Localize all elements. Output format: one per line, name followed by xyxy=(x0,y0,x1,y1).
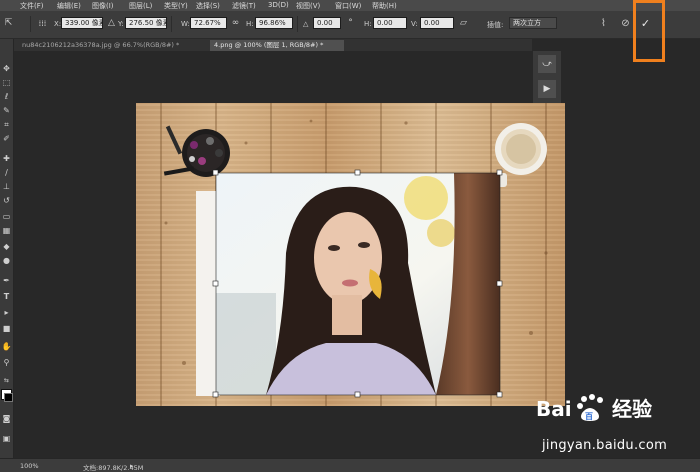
collapsed-panels: ⤻ ▶ xyxy=(533,51,561,103)
cancel-transform-icon[interactable]: ⊘ xyxy=(620,18,631,29)
skew-icon: ▱ xyxy=(460,18,467,28)
screen-mode-icon[interactable]: ▣ xyxy=(1,433,12,444)
zoom-level[interactable]: 100% xyxy=(20,462,39,470)
menu-edit[interactable]: 编辑(E) xyxy=(57,1,81,11)
menu-image[interactable]: 图像(I) xyxy=(92,1,114,11)
divider xyxy=(297,16,298,32)
history-brush-icon[interactable]: ↺ xyxy=(1,195,12,206)
angle-field[interactable]: 0.00 xyxy=(313,17,341,29)
v-skew-field[interactable]: 0.00 xyxy=(420,17,454,29)
document-canvas[interactable] xyxy=(136,103,565,406)
watermark-logo: Bai 百 经验 xyxy=(536,389,666,425)
hand-icon[interactable]: ✋ xyxy=(1,341,12,352)
transform-tool-icon[interactable]: ⇱ xyxy=(3,18,14,29)
gradient-icon[interactable]: ▦ xyxy=(1,225,12,236)
eraser-icon[interactable]: ▭ xyxy=(1,211,12,222)
watermark-url: jingyan.baidu.com xyxy=(542,438,668,453)
blur-icon[interactable]: ◆ xyxy=(1,241,12,252)
menu-help[interactable]: 帮助(H) xyxy=(372,1,397,11)
path-select-icon[interactable]: ▸ xyxy=(1,307,12,318)
move-icon[interactable]: ✥ xyxy=(1,63,12,74)
marquee-icon[interactable]: ⬚ xyxy=(1,77,12,88)
eyedropper-icon[interactable]: ✐ xyxy=(1,133,12,144)
h-label: H: xyxy=(246,20,254,28)
status-bar: 100% 文档:897.8K/2.45M ▸ xyxy=(0,458,700,472)
options-bar: ⇱ ⁞⁞⁞ X: 339.00 像素 △ Y: 276.50 像素 W: 72.… xyxy=(0,11,700,39)
canvas-artwork xyxy=(163,119,548,398)
menu-bar: 文件(F) 编辑(E) 图像(I) 图层(L) 类型(Y) 选择(S) 滤镜(T… xyxy=(0,0,700,11)
type-icon[interactable]: T xyxy=(1,291,12,302)
angle-icon: △ xyxy=(303,20,309,28)
y-field[interactable]: 276.50 像素 xyxy=(125,17,167,29)
pen-holder xyxy=(163,125,230,177)
height-field[interactable]: 96.86% xyxy=(255,17,293,29)
swap-colors-icon[interactable]: ⇆ xyxy=(1,375,12,386)
highlight-box xyxy=(633,0,665,62)
quick-mask-icon[interactable]: ◙ xyxy=(1,413,12,424)
history-panel-icon[interactable]: ⤻ xyxy=(538,55,556,73)
tools-panel: ✥ ⬚ ℓ ✎ ⌗ ✐ ✚ ∕ ⊥ ↺ ▭ ▦ ◆ ● ✒ T ▸ ■ ✋ ⚲ … xyxy=(0,39,14,458)
menu-layer[interactable]: 图层(L) xyxy=(129,1,152,11)
menu-view[interactable]: 视图(V) xyxy=(296,1,320,11)
menu-select[interactable]: 选择(S) xyxy=(196,1,220,11)
watermark-bai: Bai xyxy=(536,397,572,421)
actions-panel-icon[interactable]: ▶ xyxy=(538,80,556,98)
status-arrow-icon[interactable]: ▸ xyxy=(130,462,134,470)
menu-filter[interactable]: 滤镜(T) xyxy=(232,1,256,11)
watermark-brand: 经验 xyxy=(612,397,652,421)
degree-icon: ° xyxy=(348,18,353,28)
vskew-label: V: xyxy=(411,20,418,28)
healing-icon[interactable]: ✚ xyxy=(1,153,12,164)
document-tabs: nu84c2106212a36378a.jpg @ 66.7%(RGB/8#) … xyxy=(14,39,532,51)
watermark-du: 百 xyxy=(585,412,593,421)
interpolation-select[interactable]: 两次立方 xyxy=(509,17,557,29)
baidu-paw-icon: Bai 百 经验 xyxy=(536,394,652,421)
reference-point-icon[interactable]: ⁞⁞⁞ xyxy=(37,18,48,29)
shape-icon[interactable]: ■ xyxy=(1,323,12,334)
coffee-cup xyxy=(495,123,547,187)
background-color-swatch[interactable] xyxy=(4,393,13,402)
x-field[interactable]: 339.00 像素 xyxy=(61,17,103,29)
hskew-label: H: xyxy=(364,20,372,28)
interpolation-label: 插值: xyxy=(487,21,504,29)
menu-window[interactable]: 窗口(W) xyxy=(335,1,361,11)
lasso-icon[interactable]: ℓ xyxy=(1,91,12,102)
tab-document-1[interactable]: nu84c2106212a36378a.jpg @ 66.7%(RGB/8#) … xyxy=(18,40,214,51)
link-icon[interactable]: ∞ xyxy=(230,18,241,29)
w-label: W: xyxy=(181,20,190,28)
divider xyxy=(171,16,172,32)
menu-type[interactable]: 类型(Y) xyxy=(164,1,188,11)
divider xyxy=(30,16,31,32)
width-field[interactable]: 72.67% xyxy=(190,17,227,29)
warp-icon[interactable]: ⌇ xyxy=(598,18,609,29)
menu-3d[interactable]: 3D(D) xyxy=(268,1,289,9)
zoom-icon[interactable]: ⚲ xyxy=(1,357,12,368)
portrait-photo xyxy=(216,173,500,395)
dodge-icon[interactable]: ● xyxy=(1,255,12,266)
pen-icon[interactable]: ✒ xyxy=(1,275,12,286)
y-label: Y: xyxy=(118,20,124,28)
h-skew-field[interactable]: 0.00 xyxy=(373,17,407,29)
crop-icon[interactable]: ⌗ xyxy=(1,119,12,130)
menu-file[interactable]: 文件(F) xyxy=(20,1,44,11)
delta-icon[interactable]: △ xyxy=(106,18,117,29)
tab-document-2[interactable]: 4.png @ 100% (图层 1, RGB/8#) * xyxy=(210,40,344,51)
magic-wand-icon[interactable]: ✎ xyxy=(1,105,12,116)
stamp-icon[interactable]: ⊥ xyxy=(1,181,12,192)
brush-icon[interactable]: ∕ xyxy=(1,167,12,178)
